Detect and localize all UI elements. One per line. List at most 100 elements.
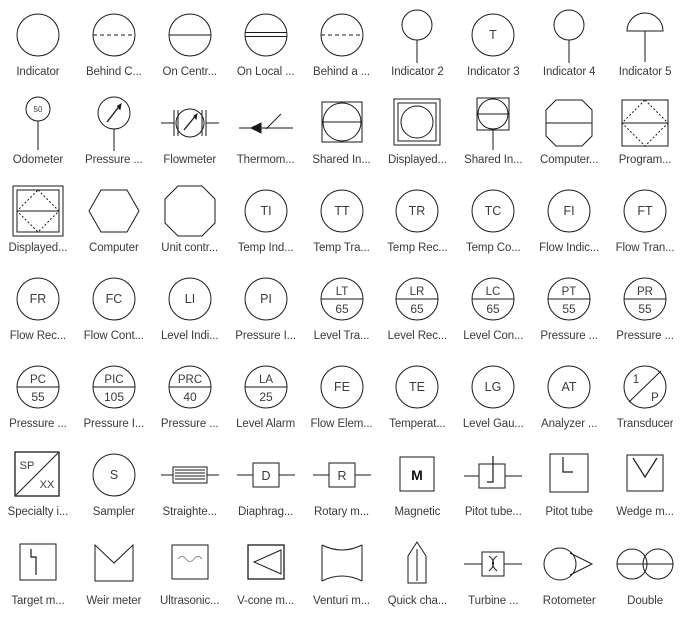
- symbol-label: Wedge m...: [616, 506, 674, 519]
- symbol-cell-v-cone-meter[interactable]: V-cone m...: [228, 529, 304, 617]
- symbol-cell-flow-controller[interactable]: FC Flow Cont...: [76, 264, 152, 352]
- symbol-cell-pressure-ind-ctrl[interactable]: PIC 105 Pressure I...: [76, 352, 152, 440]
- symbol-label: Computer: [88, 242, 139, 255]
- symbol-cell-flowmeter[interactable]: Flowmeter: [152, 88, 228, 176]
- symbol-cell-temp-controller[interactable]: TC Temp Co...: [455, 176, 531, 264]
- symbol-cell-flow-recorder[interactable]: FR Flow Rec...: [0, 264, 76, 352]
- symbol-cell-pitot-tube[interactable]: Pitot tube: [531, 440, 607, 528]
- svg-text:S: S: [110, 468, 118, 482]
- symbol-cell-turbine-meter[interactable]: Turbine ...: [455, 529, 531, 617]
- symbol-cell-level-transmitter[interactable]: LT 65 Level Tra...: [304, 264, 380, 352]
- symbol-label: Thermom...: [236, 154, 295, 167]
- flow-controller-icon: FC: [77, 268, 151, 330]
- symbol-cell-diaphragm-meter[interactable]: D Diaphrag...: [228, 440, 304, 528]
- symbol-label: Weir meter: [86, 594, 142, 607]
- symbol-cell-unit-control[interactable]: Unit contr...: [152, 176, 228, 264]
- symbol-cell-computer[interactable]: Computer: [76, 176, 152, 264]
- flow-recorder-icon: FR: [1, 268, 75, 330]
- svg-text:LR: LR: [410, 286, 425, 298]
- diaphragm-meter-icon: D: [229, 444, 303, 506]
- symbol-label: Level Rec...: [387, 330, 448, 343]
- symbol-label: Pressure ...: [9, 418, 67, 431]
- symbol-cell-flow-indicator[interactable]: FI Flow Indic...: [531, 176, 607, 264]
- symbol-label: Level Gau...: [462, 418, 524, 431]
- symbol-cell-indicator-5[interactable]: Indicator 5: [607, 0, 683, 88]
- symbol-cell-magnetic[interactable]: M Magnetic: [379, 440, 455, 528]
- symbol-cell-rotometer[interactable]: Rotometer: [531, 529, 607, 617]
- svg-text:M: M: [412, 467, 424, 483]
- symbol-cell-indicator[interactable]: Indicator: [0, 0, 76, 88]
- symbol-cell-level-alarm[interactable]: LA 25 Level Alarm: [228, 352, 304, 440]
- svg-text:PIC: PIC: [104, 374, 123, 386]
- programmable-logic-icon: [608, 92, 682, 154]
- symbol-cell-level-gauge[interactable]: LG Level Gau...: [455, 352, 531, 440]
- weir-meter-icon: [77, 533, 151, 595]
- symbol-cell-pressure-gauge[interactable]: Pressure ...: [76, 88, 152, 176]
- symbol-cell-behind-control-panel[interactable]: Behind C...: [76, 0, 152, 88]
- v-cone-meter-icon: [229, 533, 303, 595]
- pressure-recorder-icon: PR 55: [608, 268, 682, 330]
- symbol-cell-behind-a-panel[interactable]: Behind a ...: [304, 0, 380, 88]
- symbol-label: Venturi m...: [313, 594, 370, 607]
- symbol-cell-level-indicator[interactable]: LI Level Indi...: [152, 264, 228, 352]
- symbol-cell-indicator-2[interactable]: Indicator 2: [379, 0, 455, 88]
- symbol-cell-programmable-logic[interactable]: Program...: [607, 88, 683, 176]
- symbol-cell-weir-meter[interactable]: Weir meter: [76, 529, 152, 617]
- symbol-cell-ultrasonic-meter[interactable]: Ultrasonic...: [152, 529, 228, 617]
- symbol-cell-double-meter[interactable]: Double: [607, 529, 683, 617]
- symbol-cell-thermometer[interactable]: Thermom...: [228, 88, 304, 176]
- symbol-cell-rotary-meter[interactable]: R Rotary m...: [304, 440, 380, 528]
- symbol-cell-displayed-plc[interactable]: Displayed...: [0, 176, 76, 264]
- symbol-cell-transducer[interactable]: 1 P Transducer: [607, 352, 683, 440]
- symbol-cell-level-controller[interactable]: LC 65 Level Con...: [455, 264, 531, 352]
- symbol-cell-temperature-element[interactable]: TE Temperat...: [379, 352, 455, 440]
- level-recorder-icon: LR 65: [380, 268, 454, 330]
- symbol-cell-quick-change[interactable]: Quick cha...: [379, 529, 455, 617]
- symbol-cell-temp-indicator[interactable]: TI Temp Ind...: [228, 176, 304, 264]
- symbol-cell-level-recorder[interactable]: LR 65 Level Rec...: [379, 264, 455, 352]
- symbol-cell-displayed-shared[interactable]: Displayed...: [379, 88, 455, 176]
- symbol-cell-shared-indicator[interactable]: Shared In...: [304, 88, 380, 176]
- symbol-cell-venturi-meter[interactable]: Venturi m...: [304, 529, 380, 617]
- svg-text:PI: PI: [260, 292, 272, 306]
- symbol-cell-pressure-controller[interactable]: PC 55 Pressure ...: [0, 352, 76, 440]
- symbol-cell-analyzer-transmitter[interactable]: AT Analyzer ...: [531, 352, 607, 440]
- symbol-cell-target-meter[interactable]: Target m...: [0, 529, 76, 617]
- symbol-cell-computer-function[interactable]: Computer...: [531, 88, 607, 176]
- svg-text:TI: TI: [260, 204, 271, 218]
- pitot-tube-icon: [532, 444, 606, 506]
- symbol-cell-shared-indicator-2[interactable]: Shared In...: [455, 88, 531, 176]
- symbol-cell-temp-recorder[interactable]: TR Temp Rec...: [379, 176, 455, 264]
- symbol-cell-pressure-indicator[interactable]: PI Pressure I...: [228, 264, 304, 352]
- level-alarm-icon: LA 25: [229, 356, 303, 418]
- symbol-cell-on-central-panel[interactable]: On Centr...: [152, 0, 228, 88]
- symbol-cell-indicator-3[interactable]: T Indicator 3: [455, 0, 531, 88]
- symbol-cell-pressure-rec-ctrl[interactable]: PRC 40 Pressure ...: [152, 352, 228, 440]
- svg-text:TR: TR: [409, 204, 426, 218]
- pitot-tube-inline-icon: [456, 444, 530, 506]
- symbol-cell-odometer[interactable]: 50 Odometer: [0, 88, 76, 176]
- symbol-cell-pressure-recorder[interactable]: PR 55 Pressure ...: [607, 264, 683, 352]
- svg-text:65: 65: [487, 302, 501, 316]
- indicator-5-icon: [608, 4, 682, 66]
- symbol-cell-on-local-panel[interactable]: On Local ...: [228, 0, 304, 88]
- symbol-label: Rotary m...: [313, 506, 370, 519]
- symbol-cell-pitot-tube-inline[interactable]: Pitot tube...: [455, 440, 531, 528]
- symbol-cell-specialty-item[interactable]: SP XX Specialty i...: [0, 440, 76, 528]
- symbol-cell-temp-transmitter[interactable]: TT Temp Tra...: [304, 176, 380, 264]
- symbol-label: Flowmeter: [163, 154, 217, 167]
- symbol-cell-sampler[interactable]: S Sampler: [76, 440, 152, 528]
- temp-recorder-icon: TR: [380, 180, 454, 242]
- symbol-label: Temp Tra...: [313, 242, 370, 255]
- symbol-label: Pitot tube: [545, 506, 593, 519]
- svg-text:PRC: PRC: [178, 374, 202, 386]
- symbol-label: On Local ...: [236, 66, 295, 78]
- symbol-cell-straightener[interactable]: Straighte...: [152, 440, 228, 528]
- indicator-icon: [1, 4, 75, 66]
- symbol-cell-flow-transmitter[interactable]: FT Flow Tran...: [607, 176, 683, 264]
- rotometer-icon: [532, 533, 606, 595]
- symbol-cell-indicator-4[interactable]: Indicator 4: [531, 0, 607, 88]
- symbol-cell-wedge-meter[interactable]: Wedge m...: [607, 440, 683, 528]
- symbol-cell-pressure-transmitter[interactable]: PT 55 Pressure ...: [531, 264, 607, 352]
- symbol-cell-flow-element[interactable]: FE Flow Elem...: [304, 352, 380, 440]
